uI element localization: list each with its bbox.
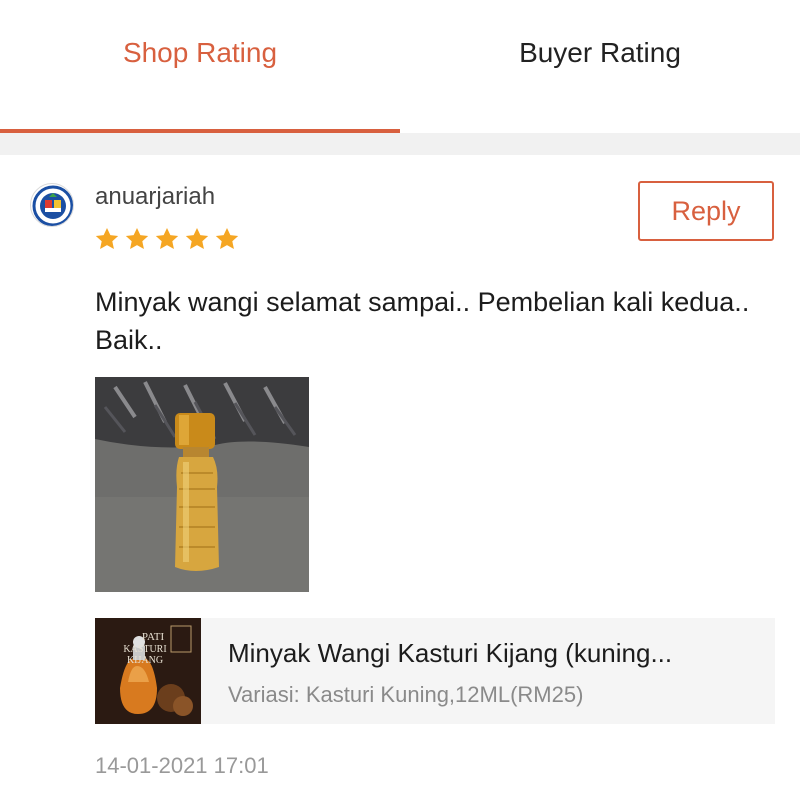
perfume-bottle-photo — [95, 377, 309, 592]
section-divider — [0, 133, 800, 155]
thumb-text-line3: KIJANG — [127, 655, 163, 666]
review-timestamp: 14-01-2021 17:01 — [95, 753, 269, 778]
star-icon — [215, 227, 239, 249]
shop-logo-avatar-icon — [32, 185, 73, 226]
product-variant: Variasi: Kasturi Kuning,12ML(RM25) — [228, 682, 584, 707]
tab-buyer-rating[interactable]: Buyer Rating — [400, 0, 800, 133]
product-name: Minyak Wangi Kasturi Kijang (kuning... — [228, 638, 673, 668]
tab-shop-rating-label: Shop Rating — [122, 36, 278, 68]
review-photo[interactable] — [95, 377, 309, 592]
star-icon — [185, 227, 209, 249]
tab-shop-rating[interactable]: Shop Rating — [0, 0, 400, 133]
star-rating — [94, 226, 240, 256]
star-icon — [95, 227, 119, 249]
tab-buyer-rating-label: Buyer Rating — [519, 36, 681, 68]
review-comment: Minyak wangi selamat sampai.. Pembelian … — [95, 287, 750, 355]
star-icon — [125, 227, 149, 249]
reply-button[interactable]: Reply — [638, 181, 774, 241]
purchased-product[interactable]: PATI KASTURI KIJANG Minyak Wangi Kasturi… — [95, 618, 775, 724]
product-thumbnail: PATI KASTURI KIJANG — [95, 618, 201, 724]
thumb-text-line1: PATI — [142, 631, 165, 643]
avatar[interactable] — [30, 183, 74, 227]
review-card: anuarjariah Reply Minyak wangi selamat s… — [0, 155, 800, 800]
reviewer-username[interactable]: anuarjariah — [95, 183, 215, 211]
thumb-text-line2: KASTURI — [123, 644, 166, 655]
star-icon — [155, 227, 179, 249]
rating-tabs: Shop Rating Buyer Rating — [0, 0, 800, 133]
